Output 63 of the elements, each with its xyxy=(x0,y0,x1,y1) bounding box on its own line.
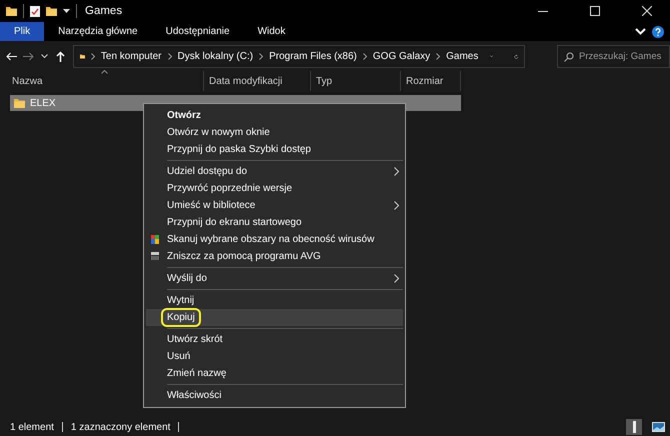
menu-item[interactable]: Przypnij do paska Szybki dostęp xyxy=(146,141,403,158)
ribbon-tab[interactable]: Widok xyxy=(244,22,300,41)
menu-item[interactable]: Utwórz skrót xyxy=(146,331,403,348)
menu-item[interactable]: Otwórz w nowym oknie xyxy=(146,124,403,141)
chevron-icon xyxy=(259,52,264,62)
close-icon xyxy=(642,6,652,16)
up-button[interactable] xyxy=(56,50,65,64)
menu-item[interactable]: Udziel dostępu do xyxy=(146,163,403,180)
tiles-view-button[interactable] xyxy=(650,419,666,435)
column-header[interactable]: Typ xyxy=(311,71,401,91)
menu-item[interactable]: Otwórz xyxy=(146,107,403,124)
up-arrow-icon xyxy=(56,51,65,62)
forward-icon xyxy=(23,52,34,61)
breadcrumb-item[interactable]: Ten komputer xyxy=(100,51,162,62)
caret-icon xyxy=(41,54,48,59)
chevron-icon[interactable] xyxy=(635,28,646,35)
menu-item[interactable]: Zniszcz za pomocą programu AVG xyxy=(146,248,403,265)
help-icon[interactable] xyxy=(652,26,664,38)
breadcrumb-item[interactable]: GOG Galaxy xyxy=(372,51,430,62)
menu-item[interactable]: Usuń xyxy=(146,348,403,365)
maximize-icon xyxy=(590,6,600,16)
menu-item[interactable]: Umieść w bibliotece xyxy=(146,197,403,214)
shredder-icon xyxy=(151,252,159,260)
back-icon xyxy=(6,52,17,61)
breadcrumb-item[interactable]: Games xyxy=(446,51,478,62)
search-icon xyxy=(564,52,574,62)
folder-icon xyxy=(46,6,57,16)
ribbon-tab[interactable]: Udostępnianie xyxy=(152,22,244,41)
column-header[interactable]: Nazwa xyxy=(0,71,204,91)
address-bar[interactable]: Ten komputer Dysk lokalny (C:) Program Files (x86) GOG Galaxy Games xyxy=(73,45,525,68)
breadcrumb-item[interactable]: Program Files (x86) xyxy=(269,51,357,62)
status-text: 1 zaznaczony element xyxy=(70,422,170,432)
file-name: ELEX xyxy=(30,98,56,108)
list-icon xyxy=(632,421,636,433)
breadcrumb-item[interactable]: Dysk lokalny (C:) xyxy=(178,51,254,62)
menu-item[interactable]: Wyślij do xyxy=(146,270,403,287)
image-icon xyxy=(652,422,664,432)
chevron-icon xyxy=(362,52,367,62)
grid-icon xyxy=(151,235,159,244)
menu-item[interactable]: Skanuj wybrane obszary na obecność wirusów xyxy=(146,231,403,248)
menu-item[interactable]: Właściwości xyxy=(146,387,403,404)
menu-item[interactable]: Przypnij do ekranu startowego xyxy=(146,214,403,231)
menu-item[interactable]: Przywróć poprzednie wersje xyxy=(146,180,403,197)
folder-icon xyxy=(14,98,25,108)
menu-item[interactable]: Kopiuj xyxy=(146,309,403,326)
window-title: Games xyxy=(85,5,122,17)
ribbon-tab[interactable]: Narzędzia główne xyxy=(44,22,152,41)
column-header[interactable]: Data modyfikacji xyxy=(204,71,311,91)
caret-icon[interactable] xyxy=(63,8,70,14)
search-field[interactable]: Przeszukaj: Games xyxy=(557,45,670,68)
details-view-button[interactable] xyxy=(626,419,642,435)
sort-icon xyxy=(101,70,108,74)
minimize-icon xyxy=(538,10,548,12)
chevron-icon xyxy=(168,52,172,62)
menu-item[interactable]: Zmień nazwę xyxy=(146,365,403,382)
status-text: 1 element xyxy=(10,422,54,432)
column-header[interactable]: Rozmiar xyxy=(401,71,461,91)
menu-item[interactable]: Wytnij xyxy=(146,292,403,309)
checklist-icon[interactable] xyxy=(30,6,40,16)
chevron-icon xyxy=(90,52,95,62)
folder-icon xyxy=(6,6,17,16)
chevron-icon xyxy=(436,52,440,62)
ribbon-tab[interactable]: Plik xyxy=(0,22,44,41)
